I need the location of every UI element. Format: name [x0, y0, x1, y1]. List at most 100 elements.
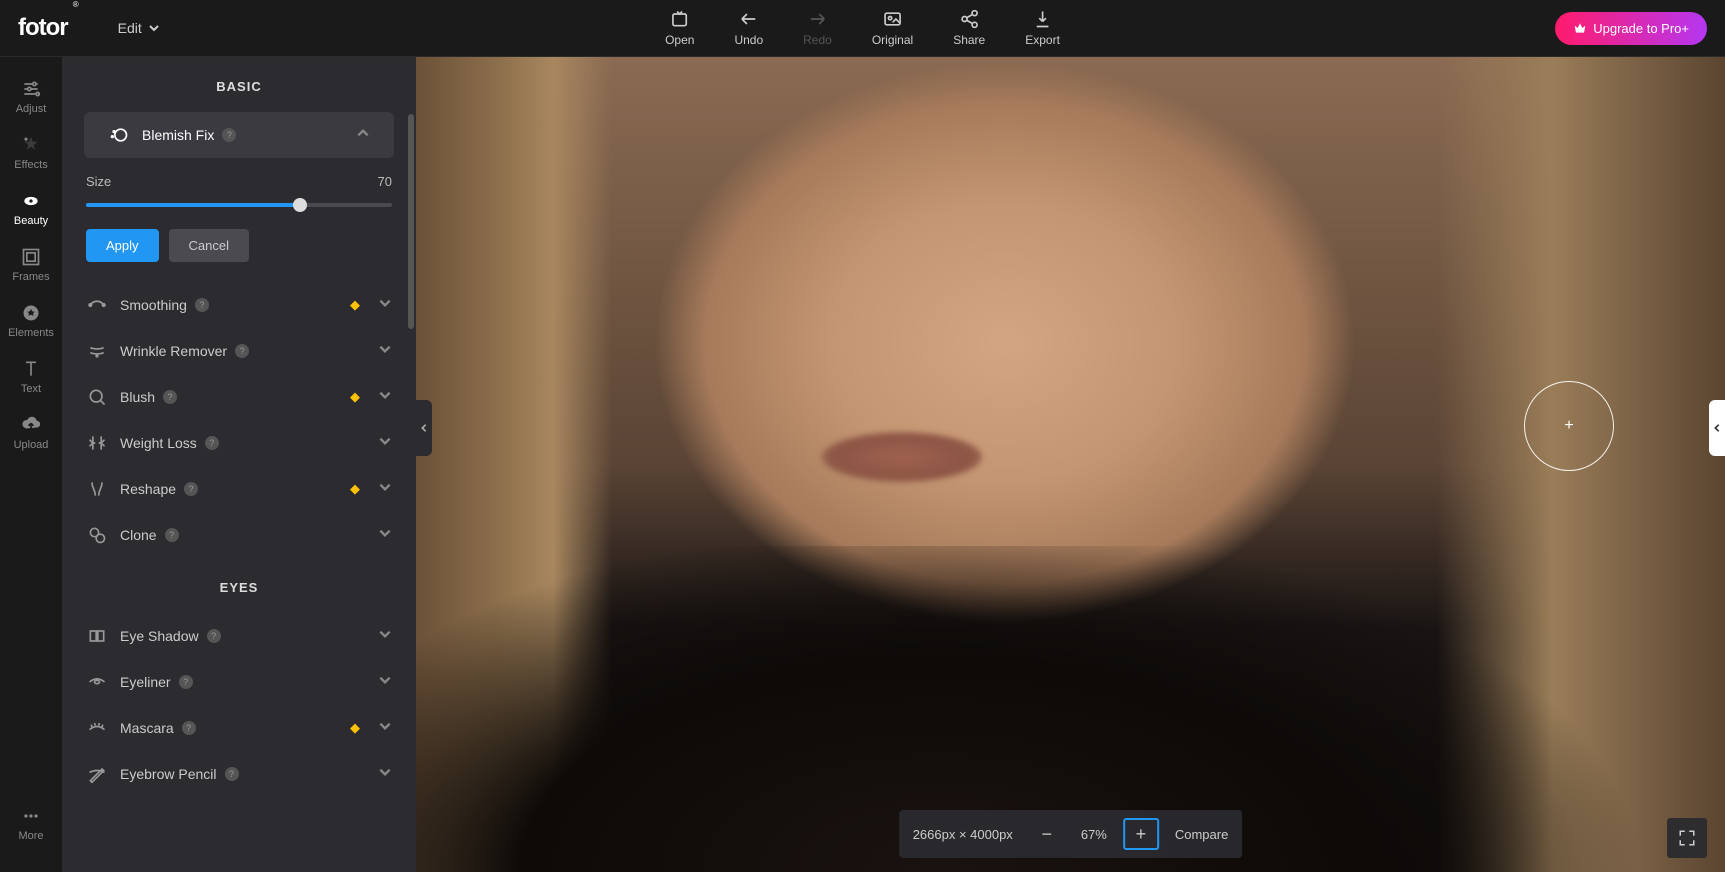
nav-beauty[interactable]: Beauty — [0, 181, 62, 237]
nav-adjust[interactable]: Adjust — [0, 69, 62, 125]
tool-reshape[interactable]: Reshape?◆ — [62, 466, 416, 512]
dimensions-label: 2666px × 4000px — [913, 827, 1013, 842]
slider-fill — [86, 203, 300, 207]
slider-thumb[interactable] — [293, 198, 307, 212]
help-icon[interactable]: ? — [179, 675, 193, 689]
size-slider[interactable] — [86, 203, 392, 207]
tool-label: Blush — [120, 389, 155, 405]
tool-label: Clone — [120, 527, 157, 543]
original-button[interactable]: Original — [872, 9, 913, 47]
premium-icon: ◆ — [350, 720, 360, 736]
nav-label: Upload — [14, 439, 49, 451]
zoom-out-button[interactable]: − — [1029, 818, 1065, 850]
tool-blemish-fix[interactable]: Blemish Fix ? — [84, 112, 394, 158]
nav-frames[interactable]: Frames — [0, 237, 62, 293]
nav-more[interactable]: More — [0, 796, 62, 852]
expand-right-button[interactable] — [1709, 400, 1725, 456]
tool-eye-shadow[interactable]: Eye Shadow? — [62, 613, 416, 659]
tool-icon — [86, 478, 108, 500]
tool-label: Weight Loss — [120, 435, 197, 451]
help-icon[interactable]: ? — [165, 528, 179, 542]
tool-icon — [86, 763, 108, 785]
chevron-down-icon — [378, 342, 392, 361]
export-button[interactable]: Export — [1025, 9, 1060, 47]
top-actions: Open Undo Redo Original Share Export — [665, 9, 1060, 47]
tool-smoothing[interactable]: Smoothing?◆ — [62, 282, 416, 328]
upgrade-button[interactable]: Upgrade to Pro+ — [1555, 12, 1707, 45]
tool-icon — [86, 625, 108, 647]
share-label: Share — [953, 33, 985, 47]
tool-weight-loss[interactable]: Weight Loss? — [62, 420, 416, 466]
help-icon[interactable]: ? — [222, 128, 236, 142]
frames-icon — [21, 247, 41, 267]
tool-wrinkle-remover[interactable]: Wrinkle Remover? — [62, 328, 416, 374]
nav-label: Text — [21, 383, 41, 395]
tool-clone[interactable]: Clone? — [62, 512, 416, 558]
tool-icon — [86, 294, 108, 316]
canvas-area[interactable]: + 2666px × 4000px − 67% + Compare — [416, 57, 1725, 872]
nav-elements[interactable]: Elements — [0, 293, 62, 349]
premium-icon: ◆ — [350, 481, 360, 497]
size-label: Size — [86, 174, 111, 189]
premium-icon: ◆ — [350, 389, 360, 405]
help-icon[interactable]: ? — [225, 767, 239, 781]
share-button[interactable]: Share — [953, 9, 985, 47]
undo-button[interactable]: Undo — [734, 9, 763, 47]
tool-eyebrow-pencil[interactable]: Eyebrow Pencil? — [62, 751, 416, 797]
redo-button[interactable]: Redo — [803, 9, 832, 47]
collapse-panel-button[interactable] — [416, 400, 432, 456]
compare-button[interactable]: Compare — [1175, 827, 1228, 842]
open-button[interactable]: Open — [665, 9, 694, 47]
chevron-down-icon — [378, 526, 392, 545]
help-icon[interactable]: ? — [182, 721, 196, 735]
tool-icon — [86, 340, 108, 362]
tool-blush[interactable]: Blush? ◆ — [62, 374, 416, 420]
logo: fotor® — [18, 14, 68, 42]
upgrade-label: Upgrade to Pro+ — [1593, 21, 1689, 36]
help-icon[interactable]: ? — [235, 344, 249, 358]
nav-upload[interactable]: Upload — [0, 405, 62, 461]
help-icon[interactable]: ? — [195, 298, 209, 312]
effects-icon — [21, 135, 41, 155]
panel-scrollbar[interactable] — [408, 114, 414, 329]
tool-icon — [86, 524, 108, 546]
help-icon[interactable]: ? — [205, 436, 219, 450]
blemish-icon — [108, 124, 130, 146]
help-icon[interactable]: ? — [207, 629, 221, 643]
nav-effects[interactable]: Effects — [0, 125, 62, 181]
tool-icon — [86, 717, 108, 739]
open-label: Open — [665, 33, 694, 47]
tool-label: Eyeliner — [120, 674, 171, 690]
chevron-left-icon — [419, 422, 429, 434]
cancel-button[interactable]: Cancel — [169, 229, 249, 262]
chevron-left-icon — [1712, 422, 1722, 434]
more-icon — [21, 806, 41, 826]
fullscreen-button[interactable] — [1667, 818, 1707, 858]
text-icon — [21, 359, 41, 379]
bottom-bar: 2666px × 4000px − 67% + Compare — [899, 810, 1243, 858]
chevron-down-icon — [378, 434, 392, 453]
zoom-in-button[interactable]: + — [1123, 818, 1159, 850]
elements-icon — [21, 303, 41, 323]
edit-menu-label: Edit — [118, 20, 142, 36]
chevron-down-icon — [378, 673, 392, 692]
blemish-body: Size 70 Apply Cancel — [62, 158, 416, 270]
tool-label: Mascara — [120, 720, 174, 736]
edit-menu[interactable]: Edit — [118, 20, 160, 36]
tool-mascara[interactable]: Mascara? ◆ — [62, 705, 416, 751]
chevron-down-icon — [378, 765, 392, 784]
open-icon — [670, 9, 690, 29]
help-icon[interactable]: ? — [163, 390, 177, 404]
top-bar: fotor® Edit Open Undo Redo Original Shar… — [0, 0, 1725, 57]
nav-text[interactable]: Text — [0, 349, 62, 405]
help-icon[interactable]: ? — [184, 482, 198, 496]
chevron-down-icon — [378, 480, 392, 499]
chevron-down-icon — [378, 296, 392, 315]
tool-eyeliner[interactable]: Eyeliner? — [62, 659, 416, 705]
nav-column: Adjust Effects Beauty Frames Elements Te… — [0, 57, 62, 872]
share-icon — [959, 9, 979, 29]
chevron-down-icon — [378, 719, 392, 738]
original-icon — [883, 9, 903, 29]
original-label: Original — [872, 33, 913, 47]
apply-button[interactable]: Apply — [86, 229, 159, 262]
